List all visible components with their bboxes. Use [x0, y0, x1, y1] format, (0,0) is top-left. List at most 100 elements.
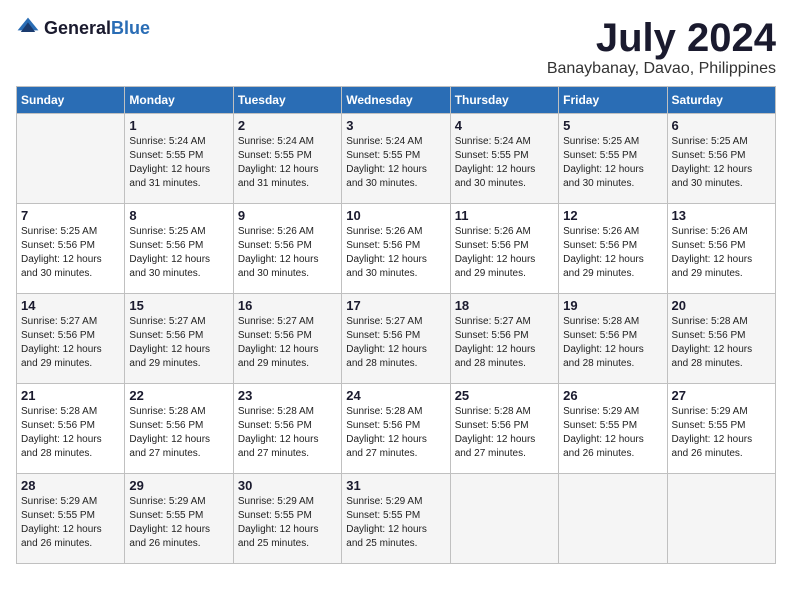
header-cell-wednesday: Wednesday [342, 87, 450, 114]
day-number: 5 [563, 118, 662, 133]
day-info: Sunrise: 5:27 AM Sunset: 5:56 PM Dayligh… [346, 315, 445, 371]
header-cell-saturday: Saturday [667, 87, 775, 114]
day-cell: 7 Sunrise: 5:25 AM Sunset: 5:56 PM Daylig… [17, 204, 125, 294]
day-number: 9 [238, 208, 337, 223]
day-number: 7 [21, 208, 120, 223]
day-info: Sunrise: 5:29 AM Sunset: 5:55 PM Dayligh… [672, 405, 771, 461]
day-number: 19 [563, 298, 662, 313]
day-cell: 19 Sunrise: 5:28 AM Sunset: 5:56 PM Dayli… [559, 294, 667, 384]
day-info: Sunrise: 5:29 AM Sunset: 5:55 PM Dayligh… [563, 405, 662, 461]
day-number: 25 [455, 388, 554, 403]
month-title: July 2024 [547, 16, 776, 60]
day-cell [17, 114, 125, 204]
day-cell: 4Sunrise: 5:24 AM Sunset: 5:55 PM Daylig… [450, 114, 558, 204]
day-number: 18 [455, 298, 554, 313]
day-cell: 5 Sunrise: 5:25 AM Sunset: 5:55 PM Daylig… [559, 114, 667, 204]
day-number: 21 [21, 388, 120, 403]
header-cell-thursday: Thursday [450, 87, 558, 114]
day-cell: 12Sunrise: 5:26 AM Sunset: 5:56 PM Dayli… [559, 204, 667, 294]
day-cell: 2Sunrise: 5:24 AM Sunset: 5:55 PM Daylig… [233, 114, 341, 204]
day-info: Sunrise: 5:24 AM Sunset: 5:55 PM Dayligh… [346, 135, 445, 191]
header-cell-tuesday: Tuesday [233, 87, 341, 114]
day-number: 22 [129, 388, 228, 403]
day-cell: 25 Sunrise: 5:28 AM Sunset: 5:56 PM Dayli… [450, 384, 558, 474]
day-cell: 18 Sunrise: 5:27 AM Sunset: 5:56 PM Dayli… [450, 294, 558, 384]
page-header: General Blue July 2024 Banaybanay, Davao… [16, 16, 776, 78]
day-number: 30 [238, 478, 337, 493]
location-subtitle: Banaybanay, Davao, Philippines [547, 60, 776, 78]
day-number: 1 [129, 118, 228, 133]
day-cell: 8 Sunrise: 5:25 AM Sunset: 5:56 PM Daylig… [125, 204, 233, 294]
day-number: 6 [672, 118, 771, 133]
day-info: Sunrise: 5:28 AM Sunset: 5:56 PM Dayligh… [563, 315, 662, 371]
day-cell: 21Sunrise: 5:28 AM Sunset: 5:56 PM Dayli… [17, 384, 125, 474]
day-info: Sunrise: 5:28 AM Sunset: 5:56 PM Dayligh… [129, 405, 228, 461]
day-cell: 1 Sunrise: 5:24 AM Sunset: 5:55 PM Daylig… [125, 114, 233, 204]
week-row-3: 14 Sunrise: 5:27 AM Sunset: 5:56 PM Dayli… [17, 294, 776, 384]
day-info: Sunrise: 5:24 AM Sunset: 5:55 PM Dayligh… [129, 135, 228, 191]
title-block: July 2024 Banaybanay, Davao, Philippines [547, 16, 776, 78]
day-number: 24 [346, 388, 445, 403]
day-number: 23 [238, 388, 337, 403]
week-row-2: 7 Sunrise: 5:25 AM Sunset: 5:56 PM Daylig… [17, 204, 776, 294]
day-number: 26 [563, 388, 662, 403]
day-cell: 15Sunrise: 5:27 AM Sunset: 5:56 PM Dayli… [125, 294, 233, 384]
week-row-1: 1 Sunrise: 5:24 AM Sunset: 5:55 PM Daylig… [17, 114, 776, 204]
day-number: 17 [346, 298, 445, 313]
logo-text-blue: Blue [111, 19, 150, 37]
calendar-header: SundayMondayTuesdayWednesdayThursdayFrid… [17, 87, 776, 114]
day-info: Sunrise: 5:25 AM Sunset: 5:56 PM Dayligh… [21, 225, 120, 281]
day-cell: 24 Sunrise: 5:28 AM Sunset: 5:56 PM Dayli… [342, 384, 450, 474]
day-number: 31 [346, 478, 445, 493]
day-cell [450, 474, 558, 564]
day-cell: 11Sunrise: 5:26 AM Sunset: 5:56 PM Dayli… [450, 204, 558, 294]
day-info: Sunrise: 5:27 AM Sunset: 5:56 PM Dayligh… [455, 315, 554, 371]
day-cell: 9 Sunrise: 5:26 AM Sunset: 5:56 PM Daylig… [233, 204, 341, 294]
header-cell-monday: Monday [125, 87, 233, 114]
logo: General Blue [16, 16, 150, 40]
day-cell: 28 Sunrise: 5:29 AM Sunset: 5:55 PM Dayli… [17, 474, 125, 564]
day-number: 15 [129, 298, 228, 313]
day-cell: 20Sunrise: 5:28 AM Sunset: 5:56 PM Dayli… [667, 294, 775, 384]
day-number: 2 [238, 118, 337, 133]
day-info: Sunrise: 5:29 AM Sunset: 5:55 PM Dayligh… [346, 495, 445, 551]
logo-text-general: General [44, 19, 111, 37]
day-info: Sunrise: 5:25 AM Sunset: 5:56 PM Dayligh… [129, 225, 228, 281]
day-info: Sunrise: 5:29 AM Sunset: 5:55 PM Dayligh… [21, 495, 120, 551]
day-number: 27 [672, 388, 771, 403]
day-number: 29 [129, 478, 228, 493]
day-cell: 13 Sunrise: 5:26 AM Sunset: 5:56 PM Dayli… [667, 204, 775, 294]
day-cell [667, 474, 775, 564]
day-cell: 23Sunrise: 5:28 AM Sunset: 5:56 PM Dayli… [233, 384, 341, 474]
day-info: Sunrise: 5:28 AM Sunset: 5:56 PM Dayligh… [672, 315, 771, 371]
day-info: Sunrise: 5:29 AM Sunset: 5:55 PM Dayligh… [129, 495, 228, 551]
day-info: Sunrise: 5:26 AM Sunset: 5:56 PM Dayligh… [238, 225, 337, 281]
day-cell: 26 Sunrise: 5:29 AM Sunset: 5:55 PM Dayli… [559, 384, 667, 474]
day-number: 13 [672, 208, 771, 223]
header-row: SundayMondayTuesdayWednesdayThursdayFrid… [17, 87, 776, 114]
day-cell: 29 Sunrise: 5:29 AM Sunset: 5:55 PM Dayli… [125, 474, 233, 564]
day-info: Sunrise: 5:26 AM Sunset: 5:56 PM Dayligh… [563, 225, 662, 281]
day-cell: 30 Sunrise: 5:29 AM Sunset: 5:55 PM Dayli… [233, 474, 341, 564]
day-info: Sunrise: 5:25 AM Sunset: 5:55 PM Dayligh… [563, 135, 662, 191]
day-cell: 17 Sunrise: 5:27 AM Sunset: 5:56 PM Dayli… [342, 294, 450, 384]
day-info: Sunrise: 5:29 AM Sunset: 5:55 PM Dayligh… [238, 495, 337, 551]
day-number: 16 [238, 298, 337, 313]
day-info: Sunrise: 5:28 AM Sunset: 5:56 PM Dayligh… [455, 405, 554, 461]
day-info: Sunrise: 5:26 AM Sunset: 5:56 PM Dayligh… [455, 225, 554, 281]
day-info: Sunrise: 5:26 AM Sunset: 5:56 PM Dayligh… [672, 225, 771, 281]
day-info: Sunrise: 5:27 AM Sunset: 5:56 PM Dayligh… [238, 315, 337, 371]
day-cell: 14Sunrise: 5:27 AM Sunset: 5:56 PM Dayli… [17, 294, 125, 384]
day-number: 14 [21, 298, 120, 313]
logo-icon [16, 16, 40, 40]
day-number: 10 [346, 208, 445, 223]
day-number: 28 [21, 478, 120, 493]
day-cell: 22 Sunrise: 5:28 AM Sunset: 5:56 PM Dayli… [125, 384, 233, 474]
day-info: Sunrise: 5:25 AM Sunset: 5:56 PM Dayligh… [672, 135, 771, 191]
day-cell [559, 474, 667, 564]
day-number: 8 [129, 208, 228, 223]
day-info: Sunrise: 5:26 AM Sunset: 5:56 PM Dayligh… [346, 225, 445, 281]
day-cell: 27 Sunrise: 5:29 AM Sunset: 5:55 PM Dayli… [667, 384, 775, 474]
calendar-body: 1 Sunrise: 5:24 AM Sunset: 5:55 PM Daylig… [17, 114, 776, 564]
day-info: Sunrise: 5:28 AM Sunset: 5:56 PM Dayligh… [346, 405, 445, 461]
